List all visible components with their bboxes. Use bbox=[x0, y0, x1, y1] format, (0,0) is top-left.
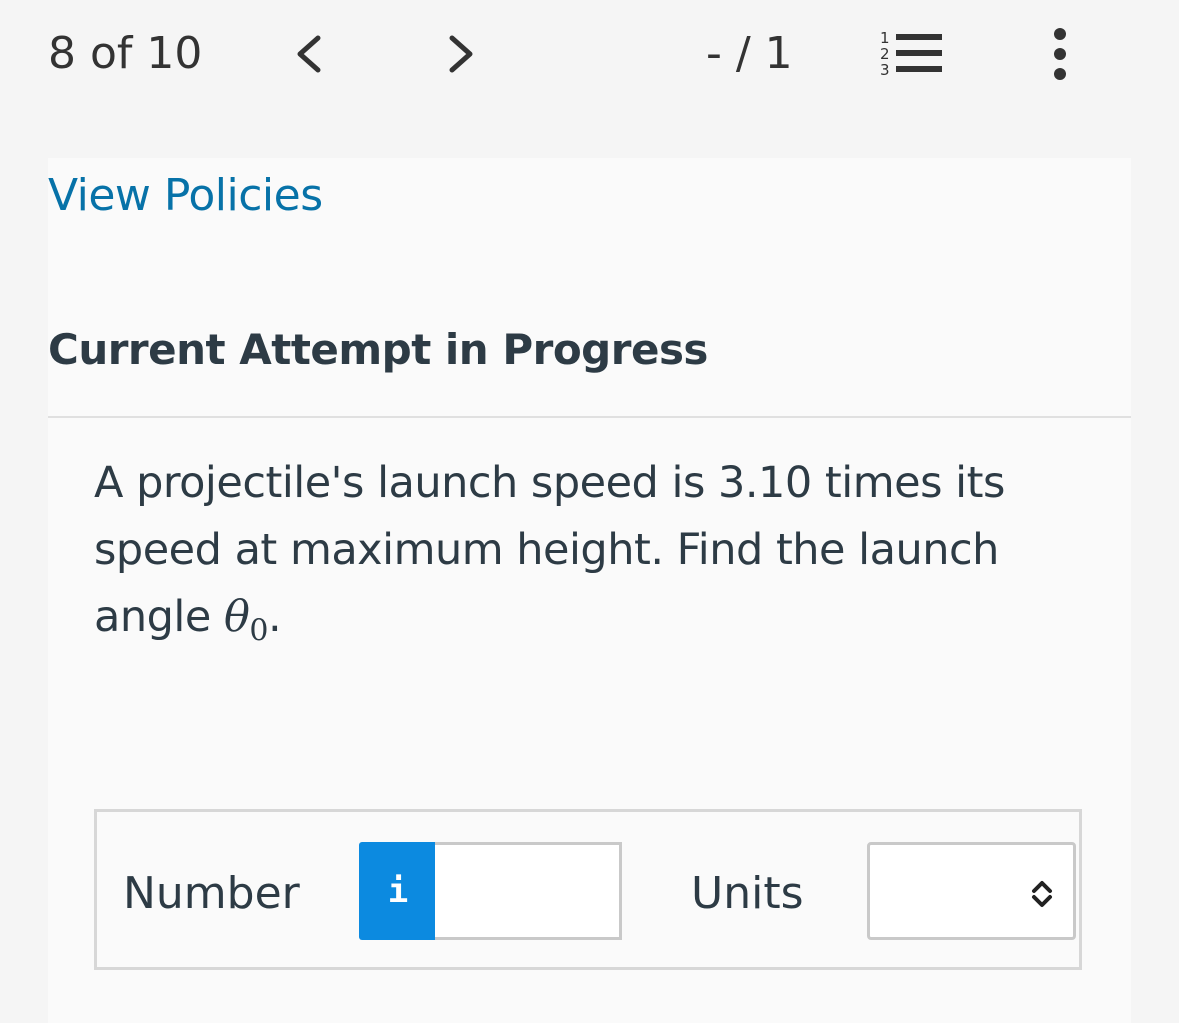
question-panel: View Policies Current Attempt in Progres… bbox=[48, 158, 1131, 1023]
top-toolbar: 8 of 10 - / 1 1 2 3 bbox=[0, 0, 1179, 158]
chevron-right-icon bbox=[449, 35, 473, 73]
vertical-ellipsis-icon bbox=[1054, 28, 1066, 80]
units-label: Units bbox=[691, 868, 804, 919]
question-end: . bbox=[267, 592, 282, 642]
numbered-list-icon: 1 2 3 bbox=[880, 29, 942, 79]
number-label: Number bbox=[123, 868, 300, 919]
next-question-button[interactable] bbox=[440, 32, 480, 76]
question-list-button[interactable]: 1 2 3 bbox=[878, 26, 944, 80]
theta-symbol: θ0 bbox=[223, 592, 268, 649]
chevron-left-icon bbox=[297, 35, 321, 73]
answer-box: Number i Units bbox=[94, 809, 1082, 970]
view-policies-link[interactable]: View Policies bbox=[48, 168, 323, 224]
divider bbox=[48, 416, 1131, 418]
info-button[interactable]: i bbox=[359, 842, 437, 940]
theta-subscript: 0 bbox=[249, 613, 268, 649]
score-display: - / 1 bbox=[706, 28, 793, 79]
question-progress: 8 of 10 bbox=[48, 28, 203, 79]
more-options-button[interactable] bbox=[1040, 26, 1080, 82]
list-icon-digit: 3 bbox=[880, 61, 890, 79]
units-select[interactable] bbox=[867, 842, 1076, 940]
info-icon: i bbox=[387, 871, 409, 911]
question-text: A projectile's launch speed is 3.10 time… bbox=[94, 450, 1094, 665]
previous-question-button[interactable] bbox=[290, 32, 330, 76]
number-input[interactable] bbox=[435, 842, 622, 940]
attempt-heading: Current Attempt in Progress bbox=[48, 325, 708, 374]
up-down-chevron-icon bbox=[1032, 881, 1052, 907]
